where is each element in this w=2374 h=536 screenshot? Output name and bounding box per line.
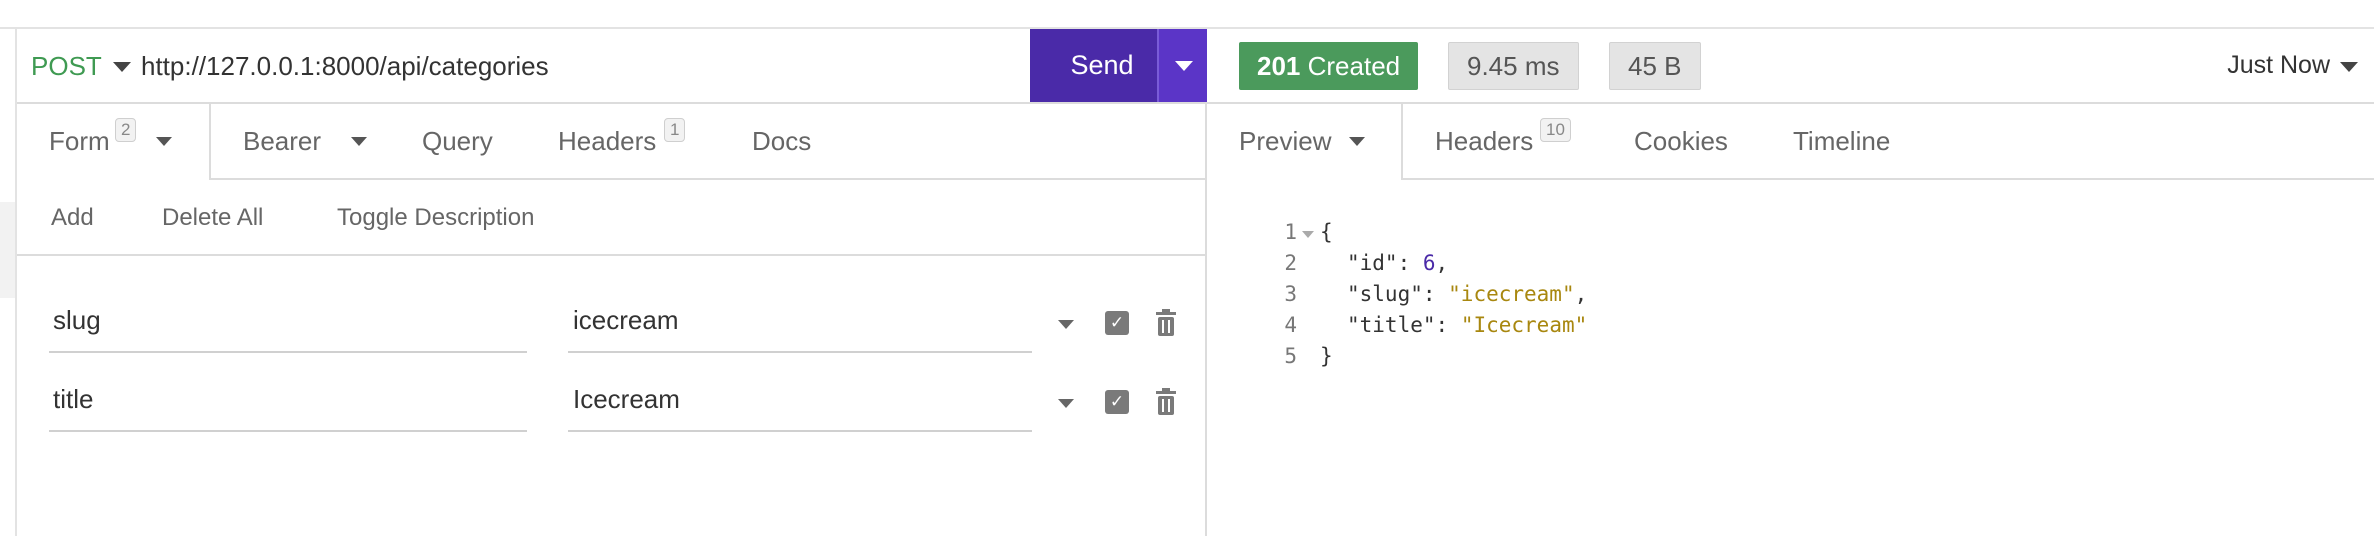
- delete-all-button[interactable]: Delete All: [162, 204, 263, 232]
- line-number: 3: [1284, 282, 1297, 306]
- param-value-input[interactable]: icecream: [573, 305, 678, 336]
- request-tabs: Form 2 Bearer Query Headers 1 Docs: [17, 104, 1207, 180]
- code-line: {: [1320, 220, 1333, 244]
- sidebar-gutter: [0, 29, 17, 536]
- param-key-underline: [49, 430, 527, 432]
- method-select[interactable]: POST: [31, 51, 102, 82]
- response-pane: 201 Created 9.45 ms 45 B Just Now Previe…: [1207, 29, 2374, 536]
- param-value-underline: [568, 430, 1032, 432]
- param-type-dropdown-icon[interactable]: [1058, 320, 1074, 329]
- json-punct: ,: [1435, 251, 1449, 275]
- json-key: "title": [1347, 313, 1436, 337]
- json-string: "Icecream": [1460, 313, 1588, 337]
- chevron-down-icon: [351, 137, 367, 146]
- tab-form-badge: 2: [115, 118, 137, 142]
- response-size-badge: 45 B: [1609, 42, 1701, 90]
- json-number: 6: [1422, 251, 1436, 275]
- tab-response-headers-label: Headers: [1435, 126, 1534, 156]
- trash-icon[interactable]: [1154, 309, 1178, 337]
- param-value-underline: [568, 351, 1032, 353]
- tab-preview[interactable]: Preview: [1207, 104, 1403, 180]
- window-top-strip: [0, 0, 2374, 29]
- toggle-description-button[interactable]: Toggle Description: [337, 204, 534, 232]
- tab-docs[interactable]: Docs: [752, 104, 811, 178]
- code-line: }: [1320, 344, 1333, 368]
- code-line: "id": 6,: [1347, 251, 1449, 275]
- tab-query-label: Query: [422, 126, 493, 156]
- tab-query[interactable]: Query: [422, 104, 493, 178]
- status-text: Created: [1307, 51, 1401, 81]
- line-number: 2: [1284, 251, 1297, 275]
- json-punct: ,: [1574, 282, 1588, 306]
- chevron-down-icon: [1349, 137, 1365, 146]
- tab-response-headers[interactable]: Headers 10: [1435, 104, 1571, 178]
- response-time-badge: 9.45 ms: [1448, 42, 1579, 90]
- send-button[interactable]: Send: [1030, 29, 1174, 102]
- param-enabled-checkbox[interactable]: ✓: [1105, 311, 1129, 335]
- code-line: "title": "Icecream": [1347, 313, 1588, 337]
- json-key: "slug": [1347, 282, 1423, 306]
- url-input[interactable]: http://127.0.0.1:8000/api/categories: [141, 51, 549, 82]
- param-key-input[interactable]: title: [53, 384, 93, 415]
- json-string: "icecream": [1448, 282, 1575, 306]
- chevron-down-icon: [156, 137, 172, 146]
- tab-docs-label: Docs: [752, 126, 812, 156]
- add-button[interactable]: Add: [51, 204, 94, 232]
- line-number: 5: [1284, 344, 1297, 368]
- url-bar: POST http://127.0.0.1:8000/api/categorie…: [17, 29, 1207, 104]
- chevron-down-icon[interactable]: [2340, 62, 2358, 72]
- tab-response-headers-badge: 10: [1540, 118, 1571, 142]
- tab-form-label: Form: [49, 126, 110, 156]
- tab-headers-label: Headers: [558, 126, 657, 156]
- response-status-bar: 201 Created 9.45 ms 45 B Just Now: [1207, 29, 2374, 104]
- status-code: 201: [1257, 51, 1301, 81]
- tab-timeline-label: Timeline: [1793, 126, 1891, 156]
- tab-cookies[interactable]: Cookies: [1634, 104, 1728, 178]
- history-dropdown[interactable]: Just Now: [2227, 51, 2330, 80]
- tab-headers[interactable]: Headers 1: [558, 104, 686, 178]
- param-value-input[interactable]: Icecream: [573, 384, 680, 415]
- tab-headers-badge: 1: [664, 118, 686, 142]
- tab-bearer[interactable]: Bearer: [243, 104, 367, 178]
- tab-cookies-label: Cookies: [1634, 126, 1728, 156]
- request-pane: POST http://127.0.0.1:8000/api/categorie…: [17, 29, 1207, 536]
- tab-preview-label: Preview: [1239, 126, 1332, 156]
- line-number: 4: [1284, 313, 1297, 337]
- chevron-down-icon: [1175, 61, 1193, 71]
- param-key-input[interactable]: slug: [53, 305, 101, 336]
- send-options-button[interactable]: [1157, 29, 1207, 102]
- param-type-dropdown-icon[interactable]: [1058, 399, 1074, 408]
- line-number: 1: [1284, 220, 1297, 244]
- param-enabled-checkbox[interactable]: ✓: [1105, 390, 1129, 414]
- tab-timeline[interactable]: Timeline: [1793, 104, 1890, 178]
- response-body-viewer: 1 { 2 "id": 6, 3 "slug": "icecream", 4 "…: [1207, 180, 2374, 536]
- fold-toggle-icon[interactable]: [1302, 231, 1314, 238]
- tab-form[interactable]: Form 2: [17, 104, 211, 180]
- form-actions: Add Delete All Toggle Description: [17, 180, 1207, 256]
- sidebar-highlight: [0, 202, 15, 298]
- param-key-underline: [49, 351, 527, 353]
- method-caret-icon[interactable]: [113, 62, 131, 72]
- tab-bearer-label: Bearer: [243, 126, 322, 156]
- trash-icon[interactable]: [1154, 388, 1178, 416]
- code-line: "slug": "icecream",: [1347, 282, 1588, 306]
- json-key: "id": [1347, 251, 1398, 275]
- response-tabs: Preview Headers 10 Cookies Timeline: [1207, 104, 2374, 180]
- status-badge: 201 Created: [1239, 42, 1419, 90]
